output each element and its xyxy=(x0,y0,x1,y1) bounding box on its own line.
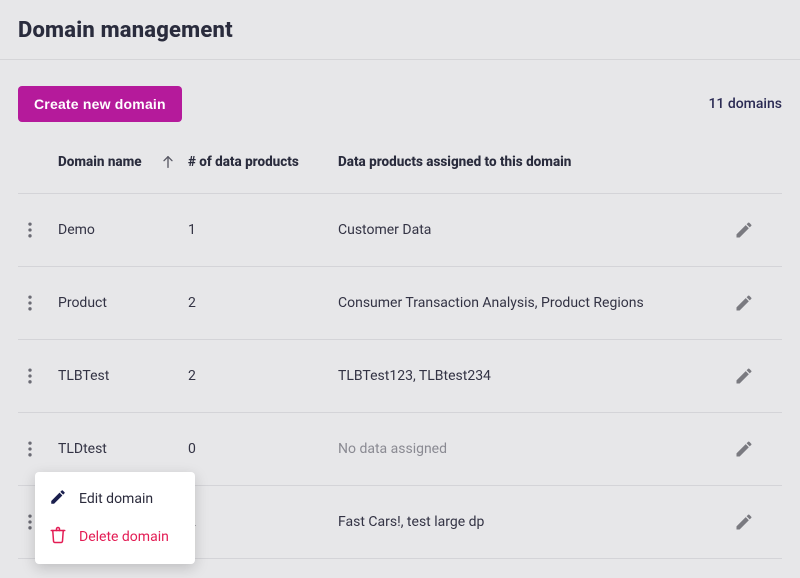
toolbar: Create new domain 11 domains xyxy=(0,60,800,132)
row-actions-icon[interactable] xyxy=(18,437,42,461)
menu-edit-domain[interactable]: Edit domain xyxy=(35,480,195,518)
row-context-menu: Edit domain Delete domain xyxy=(35,472,195,564)
menu-edit-label: Edit domain xyxy=(79,491,153,507)
cell-product-count: 2 xyxy=(188,266,338,339)
edit-row-icon[interactable] xyxy=(732,437,756,461)
edit-row-icon[interactable] xyxy=(732,218,756,242)
row-actions-icon[interactable] xyxy=(18,364,42,388)
pencil-icon xyxy=(49,488,67,510)
table-row: TLBTest2TLBTest123, TLBtest234 xyxy=(18,339,782,412)
cell-product-count: 1 xyxy=(188,193,338,266)
cell-product-count: 0 xyxy=(188,412,338,485)
create-domain-button[interactable]: Create new domain xyxy=(18,86,182,122)
table-row: Product2Consumer Transaction Analysis, P… xyxy=(18,266,782,339)
menu-delete-domain[interactable]: Delete domain xyxy=(35,518,195,556)
cell-product-count: 2 xyxy=(188,339,338,412)
col-header-products[interactable]: Data products assigned to this domain xyxy=(338,132,732,193)
cell-domain-name: TLBTest xyxy=(58,339,188,412)
col-header-name[interactable]: Domain name xyxy=(58,132,188,193)
trash-icon xyxy=(49,526,67,548)
cell-product-count: 2 xyxy=(188,485,338,558)
table-row: Demo1Customer Data xyxy=(18,193,782,266)
cell-domain-name: Product xyxy=(58,266,188,339)
edit-row-icon[interactable] xyxy=(732,510,756,534)
page-header: Domain management xyxy=(0,0,800,60)
cell-domain-name: Demo xyxy=(58,193,188,266)
row-actions-icon[interactable] xyxy=(18,218,42,242)
menu-delete-label: Delete domain xyxy=(79,529,169,545)
cell-products: No data assigned xyxy=(338,412,732,485)
edit-row-icon[interactable] xyxy=(732,364,756,388)
cell-products: Consumer Transaction Analysis, Product R… xyxy=(338,266,732,339)
cell-products: TLBTest123, TLBtest234 xyxy=(338,339,732,412)
col-header-name-text: Domain name xyxy=(58,154,142,171)
table-header-row: Domain name # of data products Data prod… xyxy=(18,132,782,193)
edit-row-icon[interactable] xyxy=(732,291,756,315)
cell-products: Customer Data xyxy=(338,193,732,266)
domain-count: 11 domains xyxy=(708,96,782,112)
page-title: Domain management xyxy=(18,18,782,43)
sort-asc-icon[interactable] xyxy=(160,154,176,170)
col-header-count[interactable]: # of data products xyxy=(188,132,338,193)
row-actions-icon[interactable] xyxy=(18,291,42,315)
cell-products: Fast Cars!, test large dp xyxy=(338,485,732,558)
